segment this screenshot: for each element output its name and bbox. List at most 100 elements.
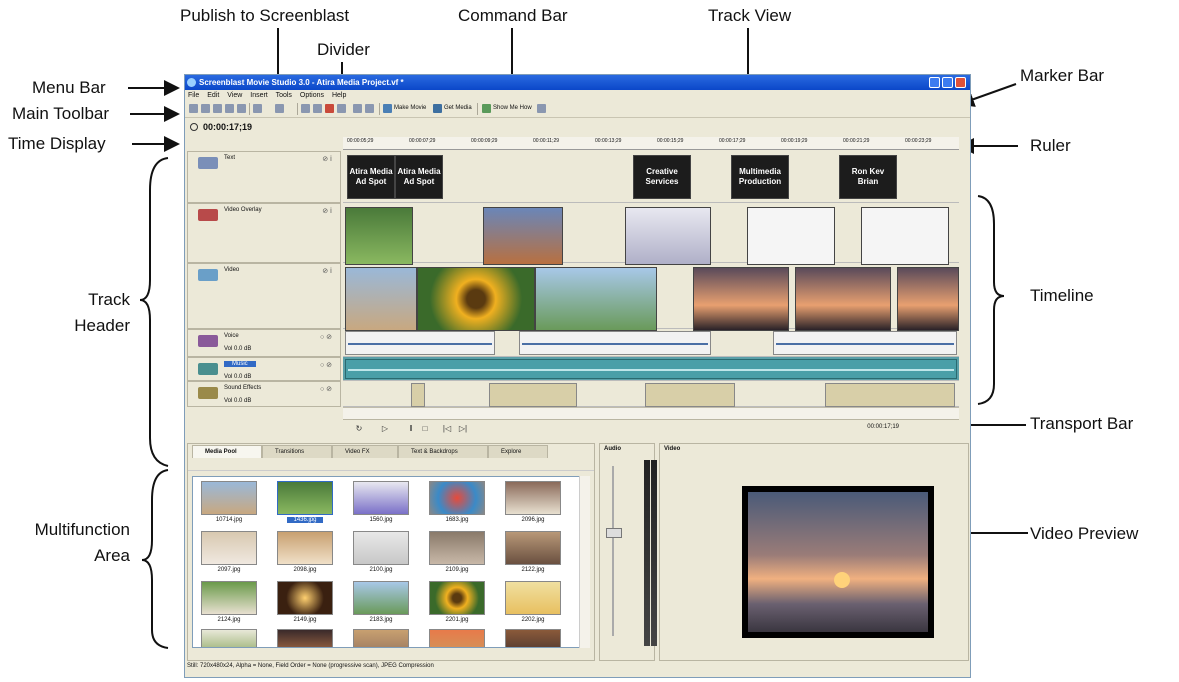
- volume-readout[interactable]: Vol 0.0 dB: [224, 374, 251, 380]
- tab-video-fx[interactable]: Video FX: [332, 445, 398, 458]
- tab-explore[interactable]: Explore: [488, 445, 548, 458]
- media-thumbnail[interactable]: [277, 481, 333, 515]
- media-thumbnail[interactable]: [201, 629, 257, 647]
- go-to-start-icon[interactable]: |◁: [439, 422, 455, 435]
- text-clip[interactable]: Multimedia Production: [731, 155, 789, 199]
- envelope-icon[interactable]: [337, 104, 346, 113]
- timeline-scrollbar[interactable]: [343, 407, 959, 419]
- media-thumbnail[interactable]: [201, 531, 257, 565]
- media-scrollbar[interactable]: [579, 476, 590, 648]
- sound-effect-clip[interactable]: [645, 383, 735, 407]
- ruler[interactable]: 00:00:05;29 00:00:07;29 00:00:09;29 00:0…: [343, 137, 959, 150]
- sheet-music-clip[interactable]: [861, 207, 949, 265]
- video-overlay-track-lane[interactable]: [343, 203, 959, 265]
- split-icon[interactable]: [301, 104, 310, 113]
- voice-clip[interactable]: [519, 331, 711, 355]
- menu-tools[interactable]: Tools: [276, 92, 292, 99]
- coastline-clip[interactable]: [535, 267, 657, 331]
- title-bar[interactable]: Screenblast Movie Studio 3.0 - Atira Med…: [185, 75, 970, 90]
- marker-bar[interactable]: [343, 119, 959, 137]
- mute-solo-icons[interactable]: ⊘ ⅰ: [322, 267, 332, 275]
- mute-solo-icons[interactable]: ⊘ ⅰ: [322, 207, 332, 215]
- palm-sunset-clip[interactable]: [795, 267, 891, 331]
- palm-sunset-clip[interactable]: [897, 267, 959, 331]
- voice-clip[interactable]: [345, 331, 495, 355]
- media-pool-toolbar[interactable]: [188, 458, 594, 471]
- media-thumbnail[interactable]: [505, 629, 561, 647]
- show-me-how-icon[interactable]: [482, 104, 491, 113]
- mute-solo-icons[interactable]: ○ ⊘: [320, 333, 332, 341]
- menu-options[interactable]: Options: [300, 92, 324, 99]
- media-thumbnail[interactable]: [505, 581, 561, 615]
- video-preview[interactable]: [742, 486, 934, 638]
- make-movie-icon[interactable]: [383, 104, 392, 113]
- music-clip[interactable]: [345, 359, 957, 379]
- track-header-voice[interactable]: Voice Vol 0.0 dB ○ ⊘: [187, 329, 341, 357]
- menu-help[interactable]: Help: [332, 92, 346, 99]
- menu-view[interactable]: View: [227, 92, 242, 99]
- help-icon[interactable]: [537, 104, 546, 113]
- text-clip[interactable]: Ron Kev Brian: [839, 155, 897, 199]
- sunflower-clip[interactable]: [417, 267, 535, 331]
- track-header-video[interactable]: Video ⊘ ⅰ: [187, 263, 341, 329]
- volume-readout[interactable]: Vol 0.0 dB: [224, 346, 251, 352]
- get-media-button[interactable]: Get Media: [444, 104, 472, 113]
- media-thumbnail[interactable]: [353, 531, 409, 565]
- make-movie-button[interactable]: Make Movie: [394, 104, 426, 113]
- golf-ball-clip[interactable]: [345, 207, 413, 265]
- tab-text-backdrops[interactable]: Text & Backdrops: [398, 445, 488, 458]
- menu-insert[interactable]: Insert: [250, 92, 268, 99]
- new-icon[interactable]: [189, 104, 198, 113]
- menu-file[interactable]: File: [188, 92, 199, 99]
- media-thumbnail[interactable]: [201, 581, 257, 615]
- media-thumbnail[interactable]: [353, 629, 409, 647]
- text-clip[interactable]: Creative Services: [633, 155, 691, 199]
- get-media-icon[interactable]: [433, 104, 442, 113]
- snap-icon[interactable]: [325, 104, 334, 113]
- track-header-music[interactable]: Music Vol 0.0 dB ○ ⊘: [187, 357, 341, 381]
- mute-solo-icons[interactable]: ○ ⊘: [320, 385, 332, 393]
- redo-icon[interactable]: [275, 104, 284, 113]
- volume-readout[interactable]: Vol 0.0 dB: [224, 398, 251, 404]
- master-fader-thumb[interactable]: [606, 528, 622, 538]
- track-header-text[interactable]: Text ⊘ ⅰ: [187, 151, 341, 203]
- palm-sunset-clip[interactable]: [693, 267, 789, 331]
- media-thumbnail[interactable]: [277, 531, 333, 565]
- voice-track-lane[interactable]: [343, 329, 959, 357]
- media-thumbnail[interactable]: [277, 629, 333, 647]
- track-header-video-overlay[interactable]: Video Overlay ⊘ ⅰ: [187, 203, 341, 263]
- sound-effect-clip[interactable]: [825, 383, 955, 407]
- voice-clip[interactable]: [773, 331, 957, 355]
- text-icon[interactable]: [365, 104, 374, 113]
- stop-icon[interactable]: □: [417, 422, 433, 435]
- media-thumbnail[interactable]: [505, 481, 561, 515]
- publish-icon[interactable]: [237, 104, 246, 113]
- media-thumbnail[interactable]: [429, 481, 485, 515]
- sound-effects-track-lane[interactable]: [343, 381, 959, 407]
- track-header-sound-effects[interactable]: Sound Effects Vol 0.0 dB ○ ⊘: [187, 381, 341, 407]
- media-thumbnail[interactable]: [353, 581, 409, 615]
- tab-media-pool[interactable]: Media Pool: [192, 445, 262, 458]
- text-track-lane[interactable]: Atira Media Ad Spot Atira Media Ad Spot …: [343, 151, 959, 203]
- media-thumbnail[interactable]: [201, 481, 257, 515]
- mute-solo-icons[interactable]: ⊘ ⅰ: [322, 155, 332, 163]
- hat-clip[interactable]: [483, 207, 563, 265]
- mute-solo-icons[interactable]: ○ ⊘: [320, 361, 332, 369]
- text-clip[interactable]: Atira Media Ad Spot: [395, 155, 443, 199]
- close-button[interactable]: [955, 77, 966, 88]
- play-icon[interactable]: ▷: [377, 422, 393, 435]
- properties-icon[interactable]: [225, 104, 234, 113]
- undo-icon[interactable]: [253, 104, 262, 113]
- media-thumbnail[interactable]: [429, 629, 485, 647]
- sound-effect-clip[interactable]: [411, 383, 425, 407]
- tab-transitions[interactable]: Transitions: [262, 445, 332, 458]
- music-track-lane[interactable]: [343, 357, 959, 381]
- media-thumbnail[interactable]: [353, 481, 409, 515]
- save-icon[interactable]: [213, 104, 222, 113]
- maximize-button[interactable]: [942, 77, 953, 88]
- go-to-end-icon[interactable]: ▷|: [455, 422, 471, 435]
- loop-icon[interactable]: ↻: [351, 422, 367, 435]
- sheet-music-clip[interactable]: [747, 207, 835, 265]
- text-clip[interactable]: Atira Media Ad Spot: [347, 155, 395, 199]
- video-track-lane[interactable]: [343, 263, 959, 331]
